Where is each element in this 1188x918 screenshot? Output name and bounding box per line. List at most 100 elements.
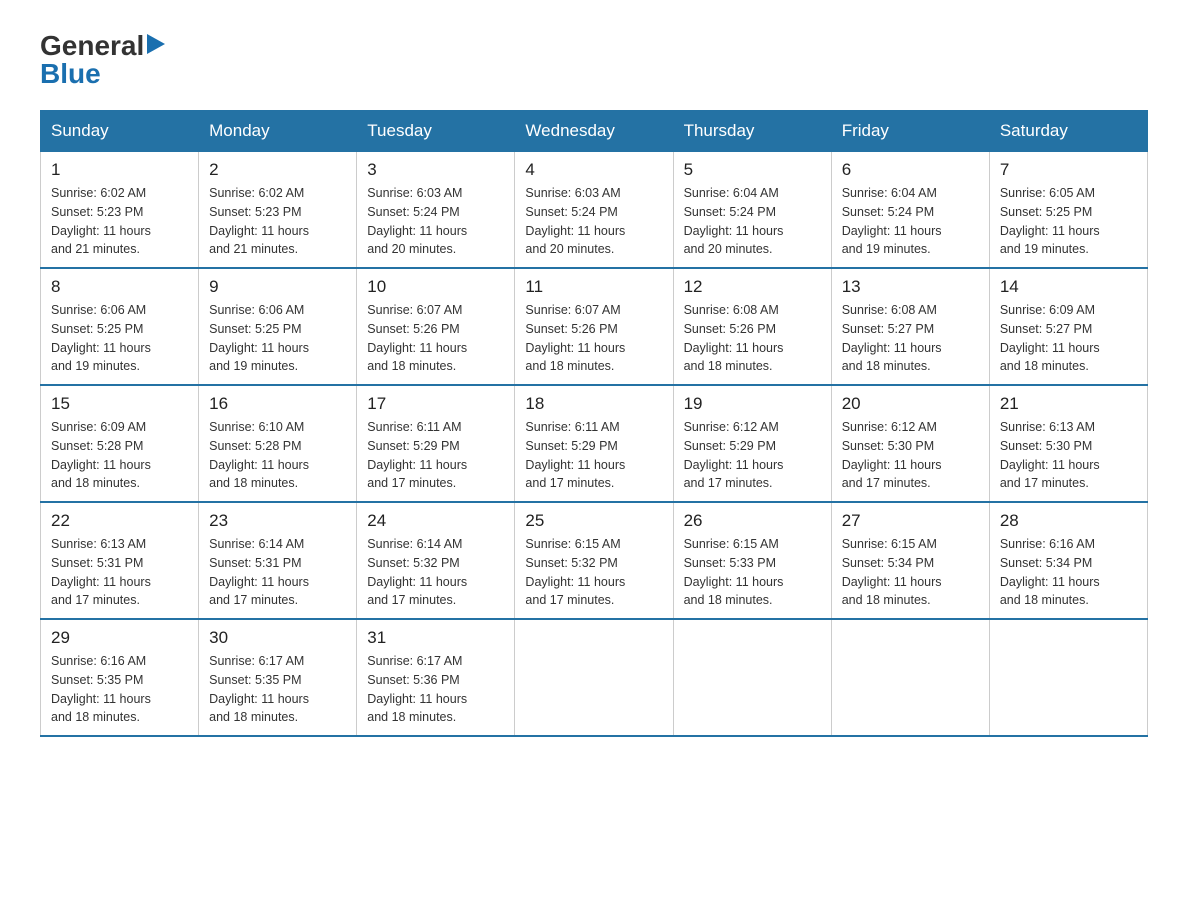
day-info: Sunrise: 6:04 AMSunset: 5:24 PMDaylight:…: [684, 184, 821, 259]
day-info: Sunrise: 6:12 AMSunset: 5:30 PMDaylight:…: [842, 418, 979, 493]
calendar-week-3: 15 Sunrise: 6:09 AMSunset: 5:28 PMDaylig…: [41, 385, 1148, 502]
day-info: Sunrise: 6:06 AMSunset: 5:25 PMDaylight:…: [209, 301, 346, 376]
calendar-cell: 28 Sunrise: 6:16 AMSunset: 5:34 PMDaylig…: [989, 502, 1147, 619]
calendar-cell: 15 Sunrise: 6:09 AMSunset: 5:28 PMDaylig…: [41, 385, 199, 502]
calendar-cell: [831, 619, 989, 736]
day-number: 10: [367, 277, 504, 297]
calendar-cell: 20 Sunrise: 6:12 AMSunset: 5:30 PMDaylig…: [831, 385, 989, 502]
calendar-cell: 21 Sunrise: 6:13 AMSunset: 5:30 PMDaylig…: [989, 385, 1147, 502]
col-header-monday: Monday: [199, 111, 357, 152]
calendar-cell: 1 Sunrise: 6:02 AMSunset: 5:23 PMDayligh…: [41, 152, 199, 269]
day-info: Sunrise: 6:10 AMSunset: 5:28 PMDaylight:…: [209, 418, 346, 493]
day-info: Sunrise: 6:15 AMSunset: 5:32 PMDaylight:…: [525, 535, 662, 610]
day-number: 3: [367, 160, 504, 180]
col-header-tuesday: Tuesday: [357, 111, 515, 152]
day-info: Sunrise: 6:16 AMSunset: 5:35 PMDaylight:…: [51, 652, 188, 727]
day-info: Sunrise: 6:14 AMSunset: 5:32 PMDaylight:…: [367, 535, 504, 610]
day-info: Sunrise: 6:03 AMSunset: 5:24 PMDaylight:…: [525, 184, 662, 259]
calendar-cell: 9 Sunrise: 6:06 AMSunset: 5:25 PMDayligh…: [199, 268, 357, 385]
day-number: 13: [842, 277, 979, 297]
day-info: Sunrise: 6:09 AMSunset: 5:28 PMDaylight:…: [51, 418, 188, 493]
calendar-header-row: SundayMondayTuesdayWednesdayThursdayFrid…: [41, 111, 1148, 152]
day-number: 23: [209, 511, 346, 531]
calendar-cell: [673, 619, 831, 736]
day-info: Sunrise: 6:17 AMSunset: 5:36 PMDaylight:…: [367, 652, 504, 727]
day-info: Sunrise: 6:13 AMSunset: 5:30 PMDaylight:…: [1000, 418, 1137, 493]
day-number: 24: [367, 511, 504, 531]
day-number: 6: [842, 160, 979, 180]
day-number: 5: [684, 160, 821, 180]
day-number: 4: [525, 160, 662, 180]
calendar-table: SundayMondayTuesdayWednesdayThursdayFrid…: [40, 110, 1148, 737]
day-number: 20: [842, 394, 979, 414]
day-info: Sunrise: 6:07 AMSunset: 5:26 PMDaylight:…: [525, 301, 662, 376]
calendar-week-1: 1 Sunrise: 6:02 AMSunset: 5:23 PMDayligh…: [41, 152, 1148, 269]
day-info: Sunrise: 6:13 AMSunset: 5:31 PMDaylight:…: [51, 535, 188, 610]
calendar-week-5: 29 Sunrise: 6:16 AMSunset: 5:35 PMDaylig…: [41, 619, 1148, 736]
calendar-cell: 8 Sunrise: 6:06 AMSunset: 5:25 PMDayligh…: [41, 268, 199, 385]
day-number: 22: [51, 511, 188, 531]
day-number: 31: [367, 628, 504, 648]
calendar-cell: 31 Sunrise: 6:17 AMSunset: 5:36 PMDaylig…: [357, 619, 515, 736]
day-info: Sunrise: 6:11 AMSunset: 5:29 PMDaylight:…: [525, 418, 662, 493]
day-number: 7: [1000, 160, 1137, 180]
calendar-cell: 2 Sunrise: 6:02 AMSunset: 5:23 PMDayligh…: [199, 152, 357, 269]
col-header-thursday: Thursday: [673, 111, 831, 152]
day-info: Sunrise: 6:17 AMSunset: 5:35 PMDaylight:…: [209, 652, 346, 727]
day-info: Sunrise: 6:04 AMSunset: 5:24 PMDaylight:…: [842, 184, 979, 259]
calendar-cell: 5 Sunrise: 6:04 AMSunset: 5:24 PMDayligh…: [673, 152, 831, 269]
calendar-cell: 23 Sunrise: 6:14 AMSunset: 5:31 PMDaylig…: [199, 502, 357, 619]
calendar-cell: 26 Sunrise: 6:15 AMSunset: 5:33 PMDaylig…: [673, 502, 831, 619]
day-number: 29: [51, 628, 188, 648]
day-info: Sunrise: 6:06 AMSunset: 5:25 PMDaylight:…: [51, 301, 188, 376]
calendar-cell: 27 Sunrise: 6:15 AMSunset: 5:34 PMDaylig…: [831, 502, 989, 619]
day-number: 28: [1000, 511, 1137, 531]
day-info: Sunrise: 6:15 AMSunset: 5:34 PMDaylight:…: [842, 535, 979, 610]
calendar-cell: 25 Sunrise: 6:15 AMSunset: 5:32 PMDaylig…: [515, 502, 673, 619]
calendar-cell: 30 Sunrise: 6:17 AMSunset: 5:35 PMDaylig…: [199, 619, 357, 736]
col-header-friday: Friday: [831, 111, 989, 152]
calendar-cell: 11 Sunrise: 6:07 AMSunset: 5:26 PMDaylig…: [515, 268, 673, 385]
day-info: Sunrise: 6:02 AMSunset: 5:23 PMDaylight:…: [51, 184, 188, 259]
day-number: 11: [525, 277, 662, 297]
calendar-cell: [515, 619, 673, 736]
day-info: Sunrise: 6:07 AMSunset: 5:26 PMDaylight:…: [367, 301, 504, 376]
day-info: Sunrise: 6:03 AMSunset: 5:24 PMDaylight:…: [367, 184, 504, 259]
calendar-cell: 29 Sunrise: 6:16 AMSunset: 5:35 PMDaylig…: [41, 619, 199, 736]
calendar-cell: 10 Sunrise: 6:07 AMSunset: 5:26 PMDaylig…: [357, 268, 515, 385]
col-header-wednesday: Wednesday: [515, 111, 673, 152]
day-number: 17: [367, 394, 504, 414]
day-info: Sunrise: 6:11 AMSunset: 5:29 PMDaylight:…: [367, 418, 504, 493]
day-info: Sunrise: 6:08 AMSunset: 5:26 PMDaylight:…: [684, 301, 821, 376]
day-number: 16: [209, 394, 346, 414]
logo-blue-text: Blue: [40, 58, 101, 90]
logo: General Blue: [40, 30, 165, 90]
calendar-cell: 6 Sunrise: 6:04 AMSunset: 5:24 PMDayligh…: [831, 152, 989, 269]
day-number: 15: [51, 394, 188, 414]
page-header: General Blue: [40, 30, 1148, 90]
day-number: 12: [684, 277, 821, 297]
calendar-cell: 4 Sunrise: 6:03 AMSunset: 5:24 PMDayligh…: [515, 152, 673, 269]
calendar-cell: 12 Sunrise: 6:08 AMSunset: 5:26 PMDaylig…: [673, 268, 831, 385]
day-info: Sunrise: 6:16 AMSunset: 5:34 PMDaylight:…: [1000, 535, 1137, 610]
calendar-cell: [989, 619, 1147, 736]
day-number: 26: [684, 511, 821, 531]
day-info: Sunrise: 6:02 AMSunset: 5:23 PMDaylight:…: [209, 184, 346, 259]
col-header-saturday: Saturday: [989, 111, 1147, 152]
day-number: 25: [525, 511, 662, 531]
day-number: 30: [209, 628, 346, 648]
logo-arrow-icon: [147, 34, 165, 59]
day-number: 2: [209, 160, 346, 180]
day-number: 21: [1000, 394, 1137, 414]
calendar-cell: 16 Sunrise: 6:10 AMSunset: 5:28 PMDaylig…: [199, 385, 357, 502]
day-number: 1: [51, 160, 188, 180]
day-info: Sunrise: 6:09 AMSunset: 5:27 PMDaylight:…: [1000, 301, 1137, 376]
calendar-cell: 14 Sunrise: 6:09 AMSunset: 5:27 PMDaylig…: [989, 268, 1147, 385]
calendar-cell: 17 Sunrise: 6:11 AMSunset: 5:29 PMDaylig…: [357, 385, 515, 502]
calendar-cell: 7 Sunrise: 6:05 AMSunset: 5:25 PMDayligh…: [989, 152, 1147, 269]
day-number: 19: [684, 394, 821, 414]
day-number: 27: [842, 511, 979, 531]
day-info: Sunrise: 6:14 AMSunset: 5:31 PMDaylight:…: [209, 535, 346, 610]
calendar-cell: 19 Sunrise: 6:12 AMSunset: 5:29 PMDaylig…: [673, 385, 831, 502]
day-info: Sunrise: 6:15 AMSunset: 5:33 PMDaylight:…: [684, 535, 821, 610]
